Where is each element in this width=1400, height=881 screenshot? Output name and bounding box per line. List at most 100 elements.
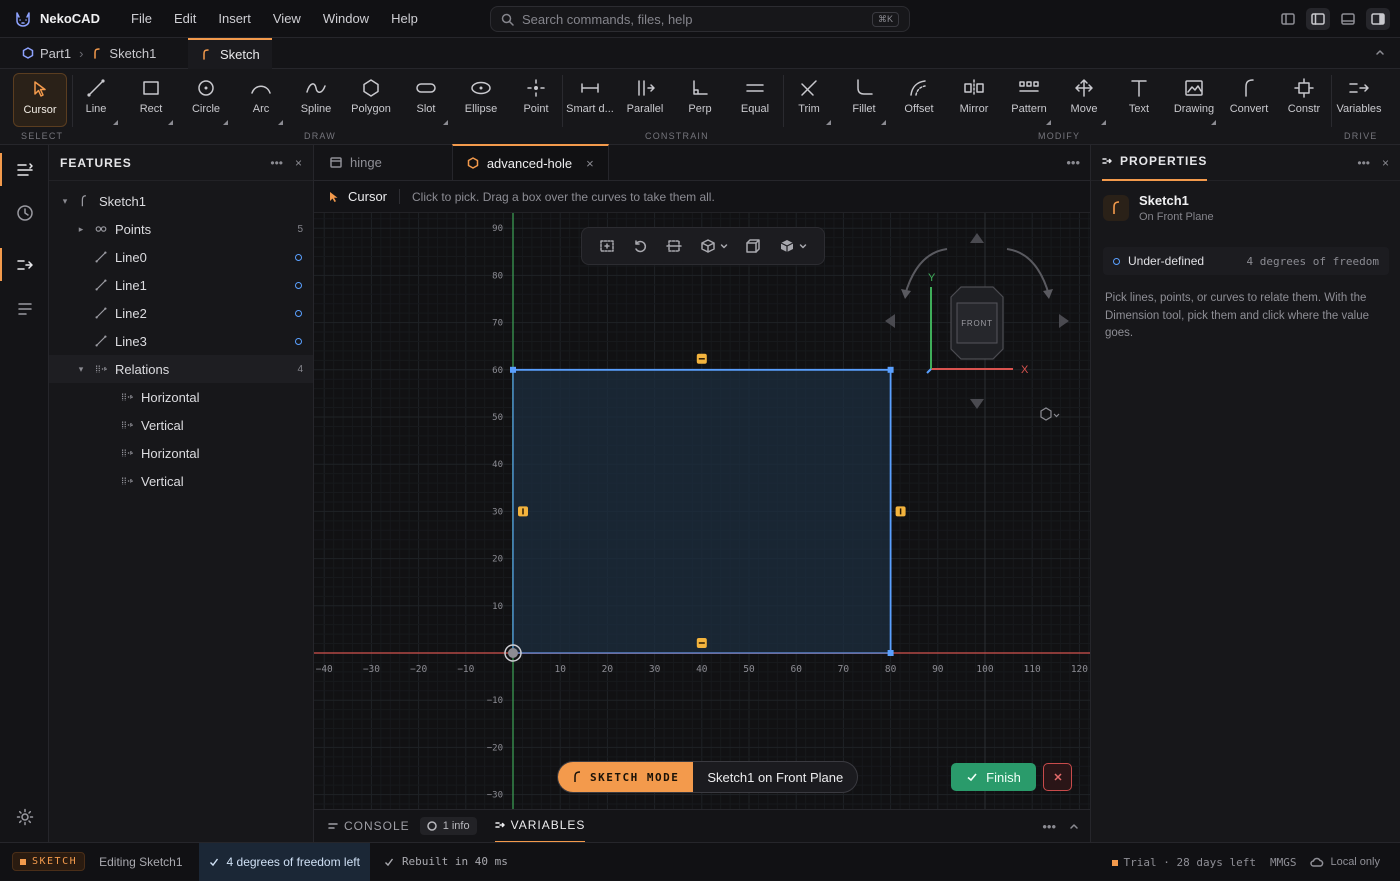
- tool-line[interactable]: Line: [70, 73, 122, 127]
- variables-tab[interactable]: VARIABLES: [494, 810, 586, 843]
- more-icon[interactable]: •••: [270, 156, 283, 170]
- ribbon-separator: [562, 75, 563, 127]
- menu-help[interactable]: Help: [391, 11, 418, 26]
- editor-tab-advanced-hole[interactable]: advanced-hole ×: [451, 144, 609, 180]
- chevron-down-icon[interactable]: ▾: [59, 196, 71, 207]
- tool-rect[interactable]: Rect: [125, 73, 177, 127]
- dropdown-corner-icon: [1101, 120, 1106, 125]
- section-view-icon[interactable]: [666, 238, 682, 254]
- tree-item-horizontal[interactable]: Horizontal: [49, 383, 313, 411]
- tree-item-line3[interactable]: Line3: [49, 327, 313, 355]
- close-icon[interactable]: ×: [295, 156, 302, 170]
- tool-arc[interactable]: Arc: [235, 73, 287, 127]
- rail-list-button[interactable]: [8, 292, 41, 325]
- menu-window[interactable]: Window: [323, 11, 369, 26]
- editor-tab-hinge[interactable]: hinge: [316, 144, 452, 180]
- command-search[interactable]: Search commands, files, help ⌘K: [490, 6, 910, 32]
- rail-variables-button[interactable]: [8, 248, 41, 281]
- tool-equal[interactable]: Equal: [729, 73, 781, 127]
- chevron-right-icon[interactable]: ▸: [75, 224, 87, 235]
- finish-sketch-button[interactable]: Finish: [951, 763, 1036, 791]
- toggle-right-panel-button[interactable]: [1366, 8, 1390, 30]
- chevron-up-icon: [1376, 50, 1384, 55]
- console-tab[interactable]: CONSOLE: [328, 819, 410, 833]
- tree-item-line1[interactable]: Line1: [49, 271, 313, 299]
- display-style-dropdown[interactable]: [700, 238, 728, 254]
- more-icon[interactable]: •••: [1357, 156, 1370, 170]
- tool-text[interactable]: Text: [1113, 73, 1165, 127]
- toggle-bottom-panel-button[interactable]: [1336, 8, 1360, 30]
- solid-cube-icon: [780, 240, 794, 252]
- menu-view[interactable]: View: [273, 11, 301, 26]
- chevron-down-icon[interactable]: ▾: [75, 364, 87, 375]
- collapse-ribbon-button[interactable]: [1374, 46, 1386, 58]
- tree-item-relations[interactable]: ▾ Relations 4: [49, 355, 313, 383]
- doc-tab-sketch[interactable]: Sketch: [188, 37, 272, 69]
- view-orientation-icon[interactable]: [745, 238, 761, 254]
- status-storage[interactable]: Local only: [1310, 856, 1380, 868]
- tree-item-label: Line2: [115, 305, 147, 321]
- tool-spline[interactable]: Spline: [290, 73, 342, 127]
- cancel-sketch-button[interactable]: [1043, 763, 1072, 791]
- status-mode-badge: SKETCH: [12, 852, 86, 871]
- close-icon[interactable]: ×: [1382, 156, 1389, 170]
- tool-trim[interactable]: Trim: [783, 73, 835, 127]
- tool-perp[interactable]: Perp: [674, 73, 726, 127]
- tool-move[interactable]: Move: [1058, 73, 1110, 127]
- tree-item-line0[interactable]: Line0: [49, 243, 313, 271]
- tool-drawing[interactable]: Drawing: [1168, 73, 1220, 127]
- rail-features-button[interactable]: [8, 153, 41, 186]
- tree-item-horizontal[interactable]: Horizontal: [49, 439, 313, 467]
- status-units[interactable]: MMGS: [1270, 856, 1297, 869]
- tool-fillet[interactable]: Fillet: [838, 73, 890, 127]
- close-tab-icon[interactable]: ×: [586, 156, 594, 171]
- sun-settings-icon: [16, 808, 33, 825]
- rail-settings-button[interactable]: [8, 800, 41, 833]
- tool-slot[interactable]: Slot: [400, 73, 452, 127]
- tool-mirror[interactable]: Mirror: [948, 73, 1000, 127]
- tool-cursor[interactable]: Cursor: [13, 73, 67, 127]
- tool-convert[interactable]: Convert: [1223, 73, 1275, 127]
- spline-icon: [306, 83, 326, 93]
- tool-point[interactable]: Point: [510, 73, 562, 127]
- status-dof[interactable]: 4 degrees of freedom left: [198, 842, 370, 881]
- status-right: Trial · 28 days left MMGS Local only: [1111, 843, 1380, 881]
- tree-item-points[interactable]: ▸ Points 5: [49, 215, 313, 243]
- rail-history-button[interactable]: [8, 196, 41, 229]
- bottom-more-icon[interactable]: •••: [1042, 819, 1056, 834]
- sketch-point[interactable]: [510, 366, 516, 373]
- origin-point[interactable]: [508, 648, 518, 658]
- menu-edit[interactable]: Edit: [174, 11, 196, 26]
- tool-construction[interactable]: Constr: [1278, 73, 1330, 127]
- tree-item-vertical[interactable]: Vertical: [49, 467, 313, 495]
- breadcrumb-part[interactable]: Part1: [22, 46, 71, 61]
- menu-insert[interactable]: Insert: [218, 11, 251, 26]
- tool-ellipse[interactable]: Ellipse: [455, 73, 507, 127]
- tool-smart-dimension[interactable]: Smart d...: [564, 73, 616, 127]
- tree-item-line2[interactable]: Line2: [49, 299, 313, 327]
- sketch-point[interactable]: [887, 366, 894, 373]
- tool-variables[interactable]: Variables: [1333, 73, 1385, 127]
- breadcrumb-sketch[interactable]: Sketch1: [91, 46, 156, 61]
- tool-polygon[interactable]: Polygon: [345, 73, 397, 127]
- tree-item-sketch1[interactable]: ▾ Sketch1: [49, 187, 313, 215]
- sketch-icon: [1103, 195, 1129, 221]
- zoom-fit-icon[interactable]: [599, 238, 615, 254]
- toggle-left-panel-button[interactable]: [1276, 8, 1300, 30]
- menu-file[interactable]: File: [131, 11, 152, 26]
- shading-dropdown[interactable]: [779, 238, 807, 254]
- sketch-point[interactable]: [887, 650, 894, 656]
- tool-text-label: Text: [1128, 103, 1150, 115]
- sketch-canvas[interactable]: −40 −30 −20 −10 10 20 30 40 50 60 70 80 90 100 110 120 9…: [314, 213, 1090, 809]
- chevron-up-icon[interactable]: [1068, 820, 1080, 832]
- tool-pattern[interactable]: Pattern: [1003, 73, 1055, 127]
- tree-item-vertical[interactable]: Vertical: [49, 411, 313, 439]
- toggle-sidebar-button[interactable]: [1306, 8, 1330, 30]
- tool-offset[interactable]: Offset: [893, 73, 945, 127]
- undo-view-icon[interactable]: [632, 238, 648, 254]
- sketch-viewport[interactable]: −40 −30 −20 −10 10 20 30 40 50 60 70 80 90 100 110 120 9…: [314, 213, 1090, 809]
- tool-circle[interactable]: Circle: [180, 73, 232, 127]
- tool-parallel[interactable]: Parallel: [619, 73, 671, 127]
- editor-tabs-more-icon[interactable]: •••: [1066, 155, 1080, 170]
- variables-icon: [494, 822, 505, 828]
